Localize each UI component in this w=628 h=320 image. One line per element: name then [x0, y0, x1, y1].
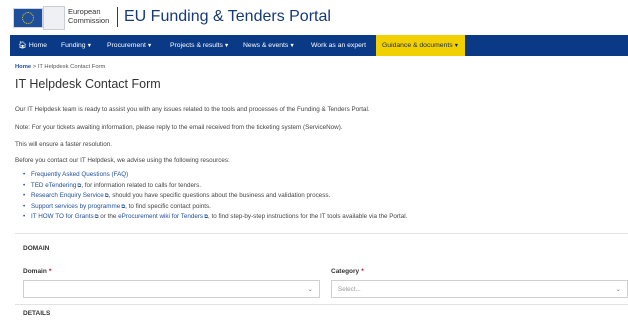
domain-label: Domain * [23, 268, 51, 275]
breadcrumb-separator: > [32, 64, 37, 70]
domain-select-value [24, 286, 30, 293]
home-icon: 🏠︎ [18, 42, 27, 49]
category-label: Category * [331, 268, 364, 275]
intro-paragraph-1: Our IT Helpdesk team is ready to assist … [15, 106, 370, 113]
intro-paragraph-2: Note: For your tickets awaiting informat… [15, 124, 343, 131]
support-description: , to find specific contact points. [125, 202, 211, 210]
support-services-link[interactable]: Support services by programme [31, 203, 120, 210]
nav-projects-label: Projects & results [170, 42, 223, 49]
details-section-heading: DETAILS [23, 310, 51, 317]
list-item: Frequently Asked Questions (FAQ) [23, 170, 407, 181]
nav-guidance-label: Guidance & documents [382, 42, 453, 49]
breadcrumb: Home > IT Helpdesk Contact Form [15, 64, 105, 70]
domain-label-text: Domain [23, 268, 47, 275]
nav-home-label: Home [28, 42, 48, 49]
chevron-down-icon: ▼ [86, 43, 93, 49]
eprocurement-wiki-link[interactable]: eProcurement wiki for Tenders [118, 213, 203, 220]
domain-section-heading: DOMAIN [23, 245, 50, 252]
required-marker: * [361, 268, 364, 275]
section-divider [15, 304, 628, 305]
intro-paragraph-3: This will ensure a faster resolution. [15, 141, 112, 148]
intro-paragraph-4: Before you contact our IT Helpdesk, we a… [15, 157, 230, 164]
portal-title[interactable]: EU Funding & Tenders Portal [124, 8, 331, 26]
breadcrumb-current: IT Helpdesk Contact Form [37, 64, 106, 70]
nav-expert-label: Work as an expert [311, 42, 367, 49]
site-header: European Commission EU Funding & Tenders… [0, 0, 628, 34]
breadcrumb-home[interactable]: Home [15, 64, 31, 70]
section-divider [15, 233, 628, 234]
nav-home[interactable]: 🏠︎ Home [18, 35, 47, 56]
howto-description: , to find step-by-step instructions for … [208, 213, 408, 220]
chevron-down-icon: ⌄ [307, 286, 313, 293]
org-line-2: Commission [68, 16, 110, 25]
resources-list: Frequently Asked Questions (FAQ) TED eTe… [23, 170, 408, 223]
list-item: Support services by programme⧉, to find … [23, 202, 407, 213]
main-nav: 🏠︎ Home Funding▼ Procurement▼ Projects & … [10, 35, 628, 56]
chevron-down-icon: ▼ [453, 43, 460, 49]
page-title: IT Helpdesk Contact Form [15, 77, 161, 91]
category-select[interactable]: Select... ⌄ [331, 280, 628, 298]
it-howto-grants-link[interactable]: IT HOW TO for Grants [31, 213, 94, 220]
ted-etendering-link[interactable]: TED eTendering [31, 182, 77, 189]
org-line-1: European [68, 7, 101, 16]
ec-building-logo[interactable] [43, 6, 65, 30]
nav-funding[interactable]: Funding▼ [61, 35, 92, 56]
ted-description: , for information related to calls for t… [81, 181, 202, 189]
list-item: IT HOW TO for Grants⧉ or the eProcuremen… [23, 212, 407, 223]
list-item: Research Enquiry Service⧉, should you ha… [23, 191, 407, 202]
nav-news-events[interactable]: News & events▼ [243, 35, 295, 56]
category-select-placeholder: Select... [338, 286, 361, 293]
nav-procurement[interactable]: Procurement▼ [107, 35, 152, 56]
chevron-down-icon: ▼ [146, 43, 153, 49]
list-item: TED eTendering⧉, for information related… [23, 181, 407, 192]
domain-select[interactable]: ⌄ [23, 280, 320, 298]
howto-conjunction: or the [98, 213, 119, 220]
chevron-down-icon: ⌄ [615, 286, 621, 293]
nav-funding-label: Funding [61, 42, 86, 49]
chevron-down-icon: ▼ [223, 43, 230, 49]
faq-link[interactable]: Frequently Asked Questions (FAQ) [31, 171, 128, 178]
required-marker: * [48, 268, 52, 275]
category-label-text: Category [331, 268, 360, 275]
ec-org-name: European Commission [68, 7, 109, 25]
chevron-down-icon: ▼ [289, 43, 295, 49]
research-enquiry-link[interactable]: Research Enquiry Service [31, 192, 104, 199]
nav-projects-results[interactable]: Projects & results▼ [170, 35, 229, 56]
nav-work-as-expert[interactable]: Work as an expert [311, 35, 366, 56]
nav-guidance-documents[interactable]: Guidance & documents▼ [376, 35, 466, 56]
ec-flag-logo[interactable] [13, 8, 43, 28]
research-description: , should you have specific questions abo… [108, 192, 331, 199]
header-divider [117, 7, 118, 27]
nav-news-label: News & events [243, 42, 289, 49]
nav-procurement-label: Procurement [107, 42, 146, 49]
